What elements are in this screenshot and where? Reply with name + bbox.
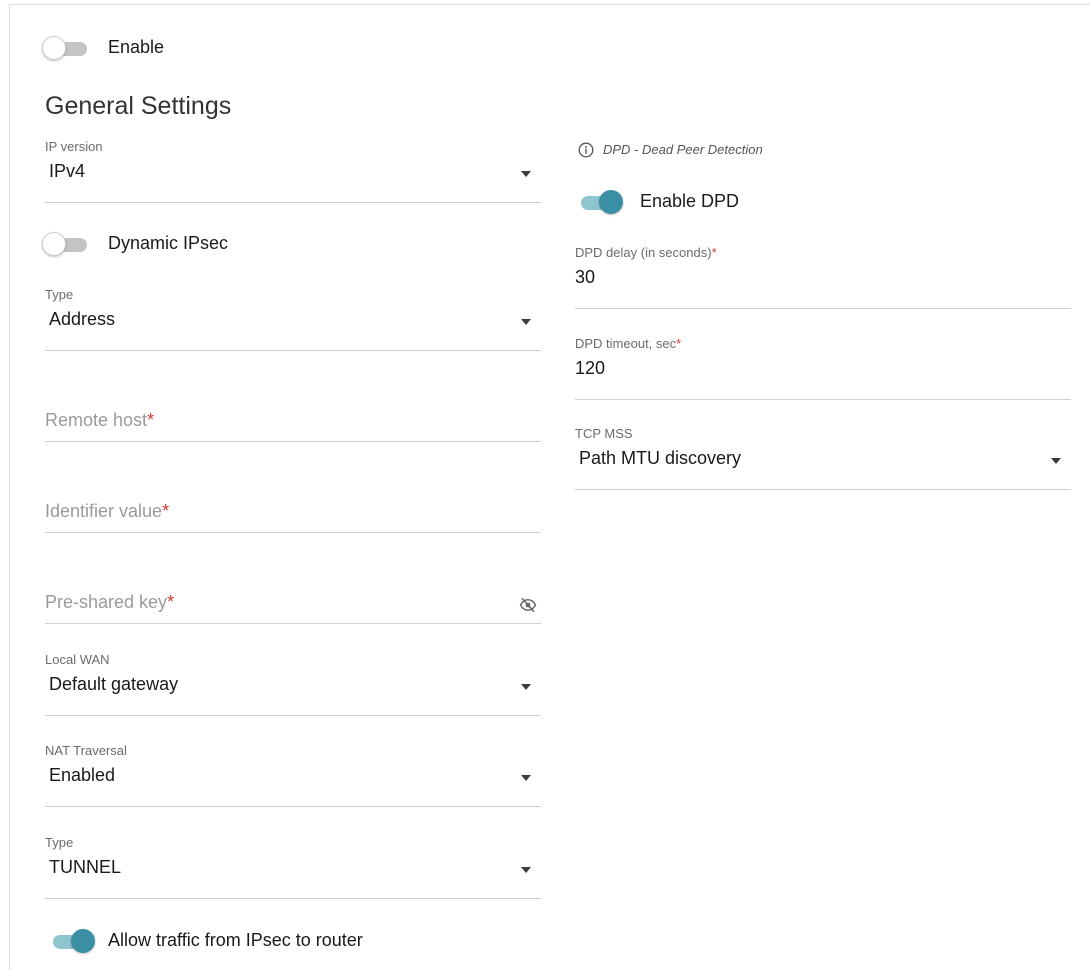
dpd-note: DPD - Dead Peer Detection: [603, 142, 763, 157]
dpd-delay-input[interactable]: DPD delay (in seconds)* 30: [575, 243, 1071, 309]
eye-off-icon[interactable]: [519, 596, 537, 614]
enable-label: Enable: [108, 37, 165, 57]
mode-type-select[interactable]: Type TUNNEL: [45, 833, 541, 899]
chevron-down-icon: [1051, 458, 1061, 464]
nat-traversal-value: Enabled: [49, 765, 116, 785]
enable-dpd-label: Enable DPD: [640, 191, 740, 211]
pre-shared-key-placeholder: Pre-shared key*: [45, 592, 175, 612]
nat-traversal-label: NAT Traversal: [45, 743, 127, 758]
chevron-down-icon: [521, 684, 531, 690]
tcp-mss-value: Path MTU discovery: [579, 448, 742, 468]
allow-traffic-label: Allow traffic from IPsec to router: [108, 930, 363, 950]
chevron-down-icon: [521, 171, 531, 177]
dynamic-ipsec-toggle[interactable]: [42, 231, 90, 257]
remote-host-placeholder: Remote host*: [45, 410, 155, 430]
enable-dpd-toggle[interactable]: [576, 189, 624, 215]
local-wan-value: Default gateway: [49, 674, 179, 694]
type-value: Address: [49, 309, 116, 329]
enable-dpd-knob: [599, 190, 623, 214]
dpd-timeout-value: 120: [575, 358, 606, 378]
type-select[interactable]: Type Address: [45, 285, 541, 351]
identifier-value-placeholder: Identifier value*: [45, 501, 170, 521]
info-icon: [578, 142, 594, 158]
dynamic-ipsec-knob: [42, 232, 66, 256]
enable-toggle[interactable]: [42, 35, 90, 61]
allow-traffic-knob: [71, 929, 95, 953]
tcp-mss-select[interactable]: TCP MSS Path MTU discovery: [575, 424, 1071, 490]
pre-shared-key-input[interactable]: Pre-shared key*: [45, 584, 541, 624]
ip-version-select[interactable]: IP version IPv4: [45, 137, 541, 203]
remote-host-input[interactable]: Remote host*: [45, 402, 541, 442]
dpd-timeout-input[interactable]: DPD timeout, sec* 120: [575, 334, 1071, 400]
local-wan-label: Local WAN: [45, 652, 110, 667]
ip-version-value: IPv4: [49, 161, 86, 181]
general-settings-heading: General Settings: [45, 92, 232, 120]
dpd-delay-label: DPD delay (in seconds)*: [575, 245, 717, 260]
type-label: Type: [45, 287, 74, 302]
chevron-down-icon: [521, 775, 531, 781]
ip-version-label: IP version: [45, 139, 103, 154]
mode-type-label: Type: [45, 835, 74, 850]
enable-toggle-knob: [42, 36, 66, 60]
dpd-delay-value: 30: [575, 267, 596, 287]
dpd-timeout-label: DPD timeout, sec*: [575, 336, 682, 351]
local-wan-select[interactable]: Local WAN Default gateway: [45, 650, 541, 716]
allow-traffic-toggle[interactable]: [48, 928, 96, 954]
dynamic-ipsec-label: Dynamic IPsec: [108, 233, 229, 253]
identifier-value-input[interactable]: Identifier value*: [45, 493, 541, 533]
mode-type-value: TUNNEL: [49, 857, 122, 877]
tcp-mss-label: TCP MSS: [575, 426, 633, 441]
chevron-down-icon: [521, 867, 531, 873]
nat-traversal-select[interactable]: NAT Traversal Enabled: [45, 741, 541, 807]
chevron-down-icon: [521, 319, 531, 325]
